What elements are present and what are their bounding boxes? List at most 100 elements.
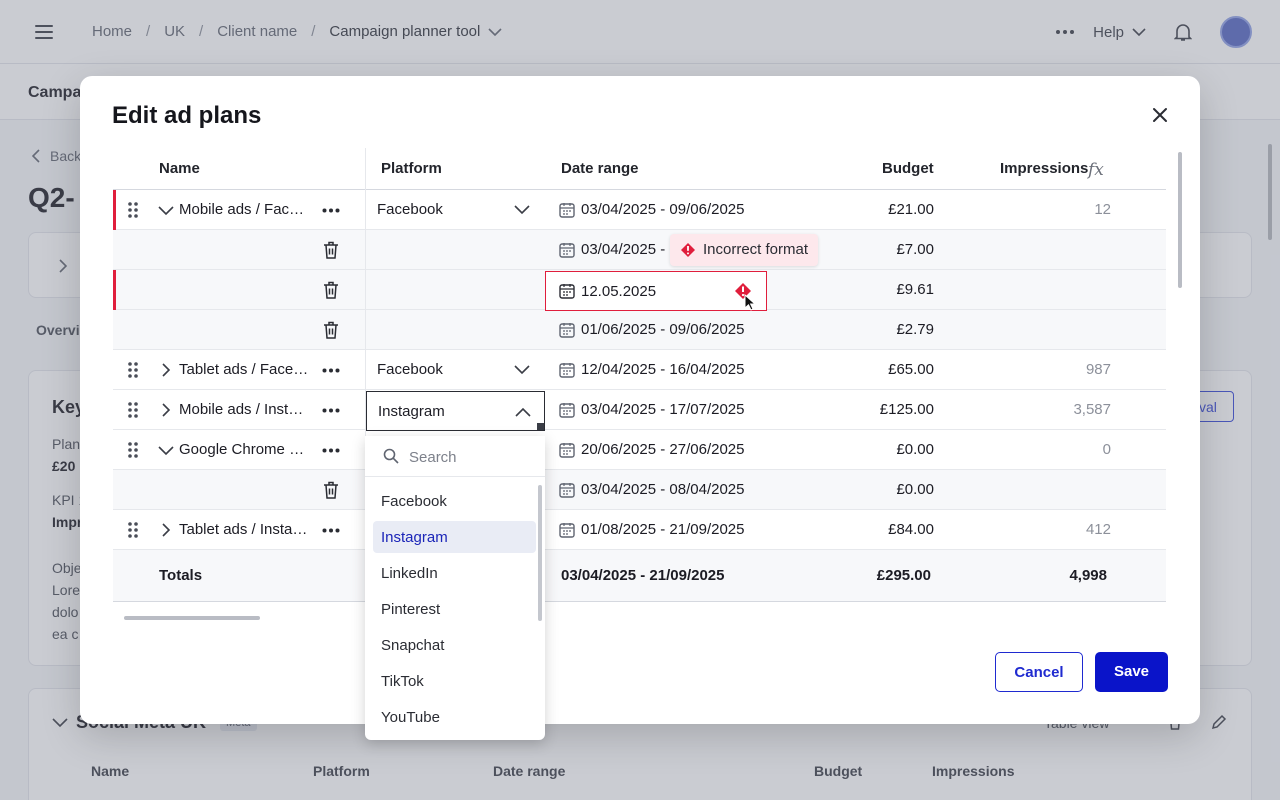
budget-value[interactable]: £125.00 (880, 401, 934, 418)
dropdown-scrollbar[interactable] (538, 485, 542, 621)
totals-date-range: 03/04/2025 - 21/09/2025 (561, 567, 725, 584)
option-youtube[interactable]: YouTube (373, 701, 536, 733)
table-row: 03/04/2025 - 08/04/2025 £0.00 (113, 470, 1166, 510)
chevron-right-icon[interactable] (158, 523, 174, 537)
option-snapchat[interactable]: Snapchat (373, 629, 536, 661)
calendar-icon[interactable] (559, 283, 575, 299)
calendar-icon[interactable] (559, 362, 575, 378)
header-name: Name (159, 160, 200, 177)
drag-handle-icon[interactable] (127, 361, 139, 379)
drag-handle-icon[interactable] (127, 401, 139, 419)
row-name: Tablet ads / Facebook (179, 361, 311, 378)
edit-ad-plans-modal: Edit ad plans Name Platform Date range B… (80, 76, 1200, 724)
more-icon[interactable] (322, 408, 340, 413)
impressions-value: 12 (1094, 201, 1111, 218)
option-pinterest[interactable]: Pinterest (373, 593, 536, 625)
option-tiktok[interactable]: TikTok (373, 665, 536, 697)
budget-value[interactable]: £65.00 (888, 361, 934, 378)
budget-value[interactable]: £7.00 (896, 241, 934, 258)
table-row: Google Chrome ads 20/06/2025 - 27/06/202… (113, 430, 1166, 470)
totals-label: Totals (159, 567, 203, 584)
impressions-value: 987 (1085, 361, 1111, 378)
dropdown-search[interactable]: Search (365, 436, 545, 477)
date-range-input[interactable]: 20/06/2025 - 27/06/2025 (581, 441, 744, 458)
calendar-icon[interactable] (559, 522, 575, 538)
chevron-down-icon[interactable] (158, 443, 174, 457)
table-row: Tablet ads / Facebook Facebook 12/04/202… (113, 350, 1166, 390)
date-range-value: 12.05.2025 (581, 283, 657, 300)
drag-handle-icon[interactable] (127, 521, 139, 539)
impressions-value: 412 (1085, 521, 1111, 538)
calendar-icon[interactable] (559, 442, 575, 458)
table-row: Mobile ads / Instagram 03/04/2025 - 17/0… (113, 390, 1166, 430)
budget-value[interactable]: £84.00 (888, 521, 934, 538)
platform-select-open[interactable]: Instagram (366, 391, 545, 431)
chevron-up-icon[interactable] (515, 407, 531, 417)
drag-handle-icon[interactable] (127, 201, 139, 219)
budget-value[interactable]: £2.79 (896, 321, 934, 338)
trash-icon[interactable] (323, 241, 339, 259)
more-icon[interactable] (322, 368, 340, 373)
more-icon[interactable] (322, 448, 340, 453)
calendar-icon[interactable] (559, 402, 575, 418)
chevron-right-icon[interactable] (158, 363, 174, 377)
date-range-input[interactable]: 03/04/2025 - 09/06/2025 (581, 201, 744, 218)
chevron-down-icon[interactable] (158, 203, 174, 217)
chevron-down-icon[interactable] (514, 365, 530, 375)
option-facebook[interactable]: Facebook (373, 485, 536, 517)
impressions-value: 0 (1102, 441, 1111, 458)
more-icon[interactable] (322, 208, 340, 213)
resize-handle[interactable] (537, 423, 544, 430)
totals-impressions: 4,998 (1069, 567, 1107, 584)
platform-select[interactable]: Facebook (377, 201, 443, 218)
date-range-input[interactable]: 12/04/2025 - 16/04/2025 (581, 361, 744, 378)
header-date-range: Date range (561, 160, 639, 177)
calendar-icon[interactable] (559, 242, 575, 258)
mouse-cursor-icon (744, 294, 756, 311)
chevron-down-icon[interactable] (514, 205, 530, 215)
table-row: Mobile ads / Facebook Facebook 03/04/202… (113, 190, 1166, 230)
totals-budget: £295.00 (876, 567, 931, 584)
drag-handle-icon[interactable] (127, 441, 139, 459)
impressions-value: 3,587 (1073, 401, 1111, 418)
budget-value[interactable]: £0.00 (896, 441, 934, 458)
search-placeholder: Search (409, 449, 457, 466)
row-name: Tablet ads / Instagram (179, 521, 311, 538)
platform-dropdown: Search Facebook Instagram LinkedIn Pinte… (365, 436, 545, 740)
cancel-button[interactable]: Cancel (995, 652, 1083, 692)
more-icon[interactable] (322, 528, 340, 533)
option-linkedin[interactable]: LinkedIn (373, 557, 536, 589)
calendar-icon[interactable] (559, 202, 575, 218)
trash-icon[interactable] (323, 281, 339, 299)
header-budget: Budget (882, 160, 934, 177)
error-tooltip: Incorrect format (670, 234, 818, 266)
chevron-right-icon[interactable] (158, 403, 174, 417)
date-range-input[interactable]: 01/08/2025 - 21/09/2025 (581, 521, 744, 538)
table-row: 03/04/2025 - 0 £7.00 (113, 230, 1166, 270)
error-tooltip-text: Incorrect format (703, 241, 809, 258)
date-range-input[interactable]: 03/04/2025 - 17/07/2025 (581, 401, 744, 418)
vertical-scrollbar[interactable] (1178, 152, 1182, 288)
budget-value[interactable]: £9.61 (896, 281, 934, 298)
close-icon[interactable] (1151, 106, 1169, 124)
calendar-icon[interactable] (559, 322, 575, 338)
date-range-input[interactable]: 01/06/2025 - 09/06/2025 (581, 321, 744, 338)
platform-select[interactable]: Facebook (377, 361, 443, 378)
budget-value[interactable]: £21.00 (888, 201, 934, 218)
date-range-input[interactable]: 03/04/2025 - 08/04/2025 (581, 481, 744, 498)
trash-icon[interactable] (323, 481, 339, 499)
function-icon[interactable]: fx (1088, 160, 1104, 180)
option-instagram[interactable]: Instagram (373, 521, 536, 553)
budget-value[interactable]: £0.00 (896, 481, 934, 498)
header-impressions: Impressions (1000, 160, 1089, 177)
row-name: Google Chrome ads (179, 441, 311, 458)
save-button[interactable]: Save (1095, 652, 1168, 692)
search-icon (383, 448, 399, 464)
horizontal-scrollbar[interactable] (124, 616, 260, 620)
date-range-input[interactable]: 03/04/2025 - 0 (581, 241, 678, 258)
calendar-icon[interactable] (559, 482, 575, 498)
table-row: Tablet ads / Instagram 01/08/2025 - 21/0… (113, 510, 1166, 550)
trash-icon[interactable] (323, 321, 339, 339)
row-name: Mobile ads / Facebook (179, 201, 311, 218)
page-scrollbar[interactable] (1268, 144, 1272, 240)
